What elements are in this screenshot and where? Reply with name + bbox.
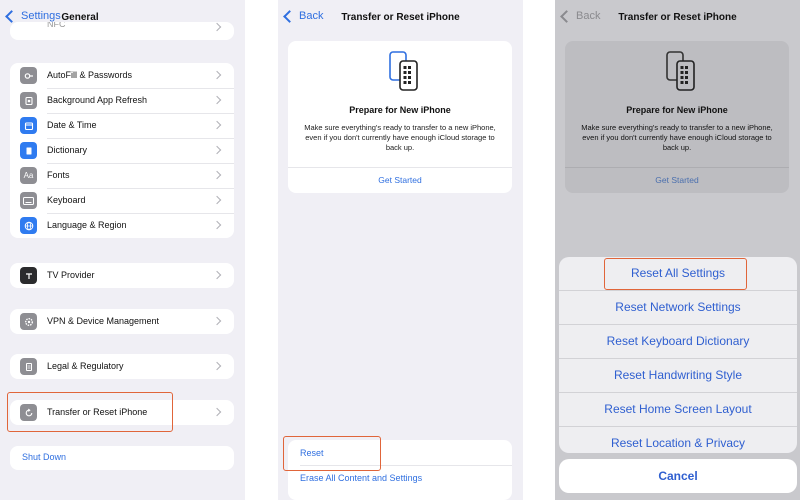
reset-keyboard-dictionary-option[interactable]: Reset Keyboard Dictionary [559,325,797,359]
nav-bar: Back Transfer or Reset iPhone [555,0,800,36]
page-title: Transfer or Reset iPhone [341,12,460,23]
row-dictionary[interactable]: Dictionary [10,138,234,164]
autofill-key-icon [20,67,37,84]
row-language-region[interactable]: Language & Region [10,213,234,238]
cancel-button[interactable]: Cancel [559,459,797,493]
highlight-box-reset-all [604,258,747,290]
shut-down-row[interactable]: Shut Down [10,446,234,470]
reset-home-screen-layout-option[interactable]: Reset Home Screen Layout [559,393,797,427]
dictionary-book-icon [20,142,37,159]
get-started-button[interactable]: Get Started [565,175,789,185]
keyboard-icon [20,192,37,209]
row-label: Keyboard [47,188,234,214]
two-phones-icon [389,51,418,91]
reset-options-sheet-panel: Back Transfer or Reset iPhone Prepare fo… [555,0,800,500]
prepare-title: Prepare for New iPhone [349,105,451,115]
tv-provider-icon [20,267,37,284]
general-settings-panel: Settings General NFC AutoFill & Password… [0,0,245,500]
settings-group-legal: Legal & Regulatory [10,354,234,379]
row-label: Date & Time [47,113,234,139]
prepare-new-iphone-card: Prepare for New iPhone Make sure everyth… [288,41,512,193]
row-label: TV Provider [47,270,95,280]
row-label: AutoFill & Passwords [47,63,234,89]
prepare-description: Make sure everything's ready to transfer… [581,123,773,152]
nav-bar: Back Transfer or Reset iPhone [278,0,523,36]
settings-group-vpn: VPN & Device Management [10,309,234,334]
settings-group-tv: TV Provider [10,263,234,288]
row-label: Legal & Regulatory [47,361,124,371]
get-started-button[interactable]: Get Started [288,175,512,185]
highlight-box-reset [283,436,381,471]
calendar-icon [20,117,37,134]
divider [288,167,512,168]
page-title: Transfer or Reset iPhone [618,12,737,23]
settings-group-1: AutoFill & Passwords Background App Refr… [10,63,234,238]
reset-location-privacy-option[interactable]: Reset Location & Privacy [559,427,797,453]
row-tv-provider[interactable]: TV Provider [10,263,234,288]
row-background-app-refresh[interactable]: Background App Refresh [10,88,234,114]
row-legal-regulatory[interactable]: Legal & Regulatory [10,354,234,379]
row-label: VPN & Device Management [47,316,160,326]
highlight-box-transfer [7,392,173,432]
transfer-reset-panel: Back Transfer or Reset iPhone Prepare fo… [278,0,523,500]
row-label: Language & Region [47,220,127,230]
row-autofill-passwords[interactable]: AutoFill & Passwords [10,63,234,89]
row-date-time[interactable]: Date & Time [10,113,234,139]
fonts-aa-icon: Aa [20,167,37,184]
two-phones-icon [666,51,695,91]
partial-row-card: NFC [10,22,234,40]
erase-all-content-button[interactable]: Erase All Content and Settings [300,473,422,483]
shut-down-label: Shut Down [22,452,67,462]
chevron-left-icon [5,9,18,23]
document-icon [20,358,37,375]
chevron-right-icon [212,22,222,32]
prepare-title: Prepare for New iPhone [626,105,728,115]
row-label: Background App Refresh [47,88,234,114]
globe-icon [20,217,37,234]
row-keyboard[interactable]: Keyboard [10,188,234,214]
background-refresh-icon [20,92,37,109]
reset-network-settings-option[interactable]: Reset Network Settings [559,291,797,325]
row-fonts[interactable]: Aa Fonts [10,163,234,189]
reset-handwriting-style-option[interactable]: Reset Handwriting Style [559,359,797,393]
row-label: Fonts [47,163,234,189]
row-label: Dictionary [47,138,234,164]
partial-row-label[interactable]: NFC [47,22,66,28]
divider [565,167,789,168]
gear-icon [20,313,37,330]
prepare-description: Make sure everything's ready to transfer… [304,123,496,152]
prepare-new-iphone-card: Prepare for New iPhone Make sure everyth… [565,41,789,193]
row-vpn-device-management[interactable]: VPN & Device Management [10,309,234,334]
